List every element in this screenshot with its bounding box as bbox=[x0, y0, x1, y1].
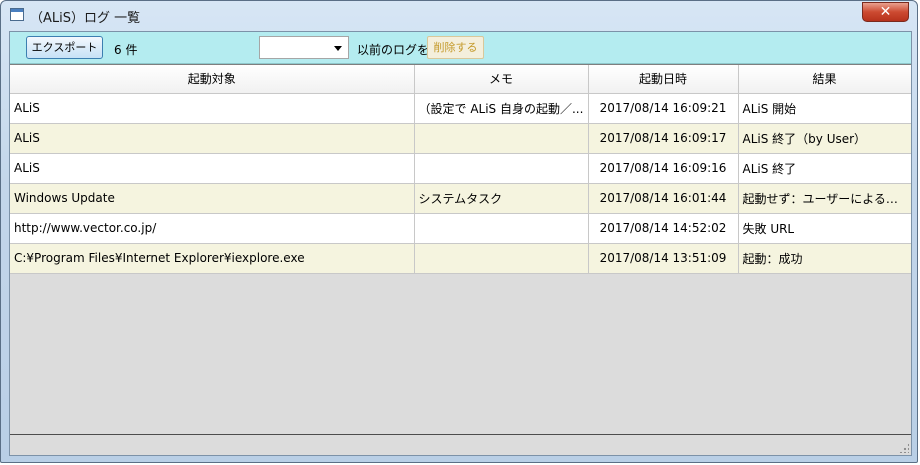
cell-datetime: 2017/08/14 16:09:17 bbox=[588, 123, 739, 154]
window-icon bbox=[10, 8, 24, 21]
cell-memo bbox=[414, 243, 589, 274]
cell-target: http://www.vector.co.jp/ bbox=[10, 213, 415, 244]
cell-memo bbox=[414, 153, 589, 184]
export-button[interactable]: エクスポート bbox=[26, 36, 103, 59]
table-row[interactable]: ALiS 2017/08/14 16:09:16 ALiS 終了 bbox=[10, 153, 911, 184]
cell-result: 失敗 URL bbox=[738, 213, 911, 244]
cell-target: C:¥Program Files¥Internet Explorer¥iexpl… bbox=[10, 243, 415, 274]
cell-result: ALiS 開始 bbox=[738, 93, 911, 124]
delete-button[interactable]: 削除する bbox=[427, 36, 484, 59]
cell-target: ALiS bbox=[10, 123, 415, 154]
column-header-datetime[interactable]: 起動日時 bbox=[588, 65, 739, 94]
table-row[interactable]: C:¥Program Files¥Internet Explorer¥iexpl… bbox=[10, 243, 911, 274]
cell-result: 起動せず：ユーザーによるキャン... bbox=[738, 183, 911, 214]
column-header-result[interactable]: 結果 bbox=[738, 65, 911, 94]
date-select[interactable] bbox=[259, 36, 349, 59]
cell-result: ALiS 終了 bbox=[738, 153, 911, 184]
cell-memo: システムタスク bbox=[414, 183, 589, 214]
toolbar: エクスポート 6 件 以前のログを 削除する bbox=[10, 32, 911, 64]
cell-datetime: 2017/08/14 16:01:44 bbox=[588, 183, 739, 214]
cell-memo: （設定で ALiS 自身の起動／... bbox=[414, 93, 589, 124]
cell-result: ALiS 終了（by User） bbox=[738, 123, 911, 154]
table-row[interactable]: ALiS （設定で ALiS 自身の起動／... 2017/08/14 16:0… bbox=[10, 93, 911, 124]
cell-datetime: 2017/08/14 16:09:21 bbox=[588, 93, 739, 124]
title-bar[interactable]: （ALiS）ログ 一覧 ✕ bbox=[1, 1, 917, 31]
resize-grip-icon[interactable] bbox=[899, 443, 909, 453]
cell-target: Windows Update bbox=[10, 183, 415, 214]
table-row[interactable]: Windows Update システムタスク 2017/08/14 16:01:… bbox=[10, 183, 911, 214]
chevron-down-icon bbox=[334, 46, 342, 51]
cell-target: ALiS bbox=[10, 93, 415, 124]
table-row[interactable]: http://www.vector.co.jp/ 2017/08/14 14:5… bbox=[10, 213, 911, 244]
close-button[interactable]: ✕ bbox=[862, 2, 909, 22]
cell-memo bbox=[414, 123, 589, 154]
table-row[interactable]: ALiS 2017/08/14 16:09:17 ALiS 終了（by User… bbox=[10, 123, 911, 154]
before-label: 以前のログを bbox=[357, 43, 430, 57]
status-bar bbox=[10, 435, 911, 455]
cell-datetime: 2017/08/14 16:09:16 bbox=[588, 153, 739, 184]
header-row: 起動対象 メモ 起動日時 結果 bbox=[10, 65, 911, 94]
cell-result: 起動：成功 bbox=[738, 243, 911, 274]
cell-datetime: 2017/08/14 13:51:09 bbox=[588, 243, 739, 274]
log-window: （ALiS）ログ 一覧 ✕ エクスポート 6 件 以前のログを 削除する 起動対… bbox=[0, 0, 918, 463]
column-header-memo[interactable]: メモ bbox=[414, 65, 589, 94]
window-title: （ALiS）ログ 一覧 bbox=[30, 11, 141, 26]
client-area: エクスポート 6 件 以前のログを 削除する 起動対象 メモ 起動日時 結果 A… bbox=[9, 31, 912, 456]
log-table: 起動対象 メモ 起動日時 結果 ALiS （設定で ALiS 自身の起動／...… bbox=[10, 65, 911, 274]
cell-datetime: 2017/08/14 14:52:02 bbox=[588, 213, 739, 244]
log-grid: 起動対象 メモ 起動日時 結果 ALiS （設定で ALiS 自身の起動／...… bbox=[10, 64, 911, 435]
column-header-target[interactable]: 起動対象 bbox=[10, 65, 415, 94]
cell-target: ALiS bbox=[10, 153, 415, 184]
log-count: 6 件 bbox=[114, 43, 138, 57]
cell-memo bbox=[414, 213, 589, 244]
